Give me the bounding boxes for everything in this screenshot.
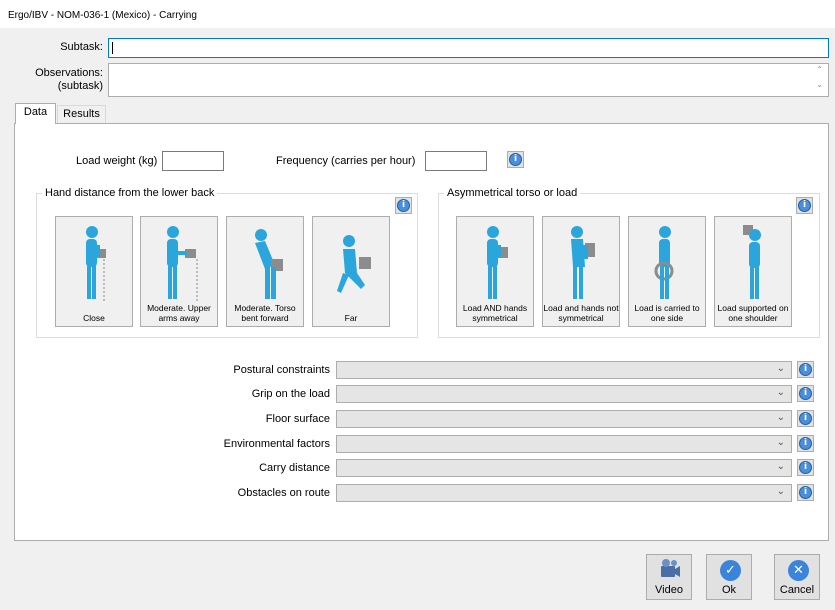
load-weight-input[interactable] [162, 151, 224, 171]
option-label: Moderate. Torso bent forward [234, 303, 296, 323]
video-camera-icon [661, 559, 680, 577]
video-label: Video [655, 584, 683, 596]
asymmetry-option-shoulder[interactable]: Load supported on one shoulder [714, 216, 792, 327]
side-carry-icon [654, 226, 674, 299]
info-icon: i [799, 387, 812, 400]
dropdown-info-button[interactable]: i [797, 435, 814, 452]
dropdown-select[interactable]: ⌄ [336, 484, 792, 502]
frequency-input[interactable] [425, 151, 487, 171]
dropdown-label: Obstacles on route [237, 487, 330, 499]
load-weight-label: Load weight (kg) [76, 155, 158, 167]
dropdown-info-button[interactable]: i [797, 361, 814, 378]
option-label: Moderate. Upper arms away [147, 303, 211, 323]
chevron-down-icon: ⌄ [776, 461, 785, 472]
dropdown-select[interactable]: ⌄ [336, 459, 792, 477]
window-title: Ergo/IBV - NOM-036-1 (Mexico) - Carrying [8, 10, 197, 21]
asymmetry-option-symmetrical[interactable]: Load AND hands symmetrical [456, 216, 534, 327]
ok-label: Ok [721, 584, 737, 596]
shoulder-carry-icon [743, 225, 761, 299]
standing-close-load-icon [86, 226, 106, 301]
subtask-input[interactable] [108, 38, 829, 58]
tab-data[interactable]: Data [15, 103, 56, 124]
squatting-far-load-icon [337, 235, 371, 293]
dropdown-select[interactable]: ⌄ [336, 435, 792, 453]
cancel-button[interactable]: ✕ Cancel [774, 554, 820, 600]
text-cursor [112, 42, 113, 54]
scroll-up-icon[interactable]: ⌃ [816, 65, 823, 74]
hand-distance-option-torso-bent[interactable]: Moderate. Torso bent forward [226, 216, 304, 327]
dropdown-label: Environmental factors [223, 438, 330, 450]
video-button[interactable]: Video [646, 554, 692, 600]
info-icon: i [798, 199, 811, 212]
dropdown-label: Grip on the load [251, 388, 330, 400]
info-icon: i [799, 363, 812, 376]
frequency-info-button[interactable]: i [507, 151, 524, 168]
dropdown-label: Floor surface [265, 413, 330, 425]
info-icon: i [509, 153, 522, 166]
chevron-down-icon: ⌄ [776, 363, 785, 374]
info-icon: i [397, 199, 410, 212]
observations-sublabel: (subtask) [57, 80, 103, 92]
chevron-down-icon: ⌄ [776, 412, 785, 423]
asymmetry-info-button[interactable]: i [796, 197, 813, 214]
dropdown-info-button[interactable]: i [797, 459, 814, 476]
close-icon: ✕ [788, 560, 809, 581]
info-icon: i [799, 486, 812, 499]
asymmetrical-load-icon [571, 226, 595, 299]
hand-distance-option-far[interactable]: Far [312, 216, 390, 327]
subtask-label: Subtask: [60, 41, 103, 53]
option-label: Close [83, 313, 105, 323]
dropdown-label: Postural constraints [233, 364, 330, 376]
observations-label: Observations: [35, 67, 103, 79]
asymmetry-option-one-side[interactable]: Load is carried to one side [628, 216, 706, 327]
hand-distance-option-close[interactable]: Close [55, 216, 133, 327]
chevron-down-icon: ⌄ [776, 486, 785, 497]
standing-arms-away-icon [167, 226, 198, 301]
option-label: Far [344, 313, 358, 323]
dropdown-info-button[interactable]: i [797, 410, 814, 427]
torso-bent-forward-icon [255, 229, 283, 299]
chevron-down-icon: ⌄ [776, 387, 785, 398]
dropdown-label: Carry distance [259, 462, 330, 474]
observations-textarea[interactable]: ⌃ ⌄ [108, 63, 829, 97]
info-icon: i [799, 412, 812, 425]
chevron-down-icon: ⌄ [776, 437, 785, 448]
scroll-down-icon[interactable]: ⌄ [816, 80, 823, 89]
symmetrical-load-icon [487, 226, 508, 299]
option-label: Load supported on one shoulder [717, 303, 789, 323]
option-label: Load is carried to one side [634, 303, 700, 323]
dropdown-select[interactable]: ⌄ [336, 410, 792, 428]
info-icon: i [799, 437, 812, 450]
hand-distance-title: Hand distance from the lower back [42, 187, 218, 199]
frequency-label: Frequency (carries per hour) [276, 155, 416, 167]
info-icon: i [799, 461, 812, 474]
hand-distance-option-arms-away[interactable]: Moderate. Upper arms away [140, 216, 218, 327]
cancel-label: Cancel [779, 584, 815, 596]
title-bar: Ergo/IBV - NOM-036-1 (Mexico) - Carrying [0, 0, 835, 28]
asymmetry-title: Asymmetrical torso or load [444, 187, 581, 199]
option-label: Load and hands not symmetrical [543, 303, 619, 323]
option-label: Load AND hands symmetrical [462, 303, 528, 323]
checkmark-icon: ✓ [720, 560, 741, 581]
hand-distance-info-button[interactable]: i [395, 197, 412, 214]
dropdown-select[interactable]: ⌄ [336, 385, 792, 403]
dropdown-info-button[interactable]: i [797, 385, 814, 402]
dropdown-select[interactable]: ⌄ [336, 361, 792, 379]
ok-button[interactable]: ✓ Ok [706, 554, 752, 600]
tab-results[interactable]: Results [57, 105, 106, 124]
asymmetry-option-not-symmetrical[interactable]: Load and hands not symmetrical [542, 216, 620, 327]
dropdown-info-button[interactable]: i [797, 484, 814, 501]
